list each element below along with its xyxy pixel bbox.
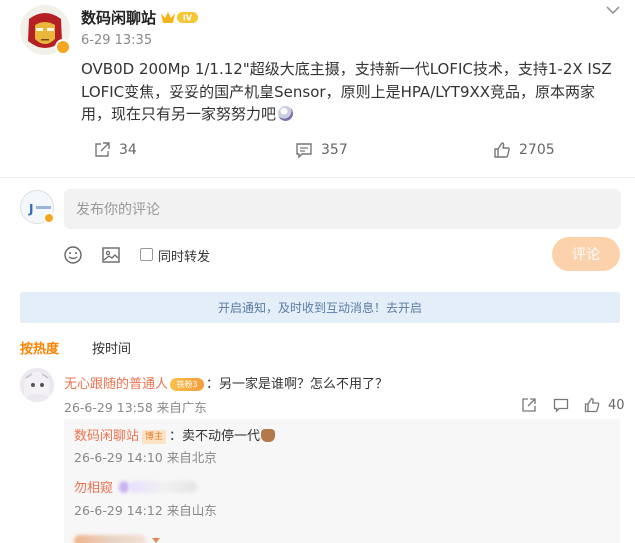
reply-author-name[interactable]: 勿相窥 (74, 481, 113, 496)
blurred-text (129, 481, 198, 493)
repost-checkbox-label[interactable]: 同时转发 (158, 246, 210, 265)
post-text: OVB0D 200Mp 1/1.12"超级大底主摄，支持新一代LOFIC技术，支… (81, 60, 612, 123)
repost-count: 34 (119, 142, 137, 158)
comment-input[interactable]: 发布你的评论 (64, 189, 621, 229)
author-badge: 博主 (142, 430, 167, 444)
repost-button[interactable]: 34 (93, 140, 137, 160)
repost-checkbox[interactable] (140, 248, 153, 261)
comment-input-placeholder: 发布你的评论 (76, 202, 160, 218)
emoji-picker-icon[interactable] (63, 245, 83, 265)
reply-time: 26-6-29 14:10 (74, 450, 163, 465)
anime-avatar-image (20, 368, 54, 402)
caret-down-icon (152, 538, 161, 543)
reply-line-partial (74, 531, 161, 543)
my-verified-badge-icon (43, 212, 55, 224)
commenter-avatar[interactable] (20, 368, 54, 402)
my-avatar-letter: J (28, 202, 33, 216)
reply-meta: 26-6-29 14:10 来自北京 (74, 447, 217, 466)
reply-location: 来自山东 (166, 503, 217, 518)
reply-time: 26-6-29 14:12 (74, 503, 163, 518)
reply-line: 数码闲聊站 博主 ：卖不动停一代 (74, 425, 276, 444)
comment-icon (296, 143, 312, 159)
blurred-name (74, 535, 146, 543)
comment-button[interactable]: 357 (295, 140, 348, 160)
comment-thumbs-up-icon (584, 397, 600, 413)
vip-level-label: IV (183, 14, 193, 23)
comment-location: 来自广东 (156, 400, 207, 415)
commenter-name[interactable]: 无心跟随的普通人 (64, 377, 168, 392)
reply-location: 来自北京 (166, 450, 217, 465)
thumbs-up-icon (494, 142, 510, 158)
reply-text: ：卖不动停一代 (169, 429, 261, 444)
comment-actions (521, 397, 537, 413)
post-time[interactable]: 6-29 13:35 (81, 33, 152, 48)
like-count: 2705 (519, 142, 555, 158)
comment-repost-icon[interactable] (521, 397, 537, 413)
image-upload-icon[interactable] (101, 245, 121, 265)
like-button[interactable]: 2705 (493, 140, 555, 160)
chevron-down-icon[interactable] (603, 2, 623, 18)
reply-author-name[interactable]: 数码闲聊站 (74, 429, 139, 444)
comment-meta: 26-6-29 13:58 来自广东 (64, 397, 207, 416)
comment-reply (553, 397, 569, 413)
money-bag-emoji-icon (261, 429, 276, 442)
emoji-icon (278, 106, 294, 121)
comment-line: 无心跟随的普通人 铁粉3 ：另一家是谁啊？怎么不用了？ (64, 373, 388, 392)
comment-count: 357 (321, 142, 348, 158)
reply-meta: 26-6-29 14:12 来自山东 (74, 500, 217, 519)
comment-reply-icon[interactable] (553, 397, 569, 413)
divider (0, 177, 635, 178)
comment-time: 26-6-29 13:58 (64, 400, 153, 415)
vip-level-icon: IV (161, 12, 198, 23)
repost-icon (95, 142, 110, 157)
reply-line: 勿相窥 (74, 477, 198, 496)
post-content: OVB0D 200Mp 1/1.12"超级大底主摄，支持新一代LOFIC技术，支… (81, 58, 621, 126)
tab-sort-hot[interactable]: 按热度 (20, 338, 59, 357)
blurred-badge (119, 481, 130, 493)
comment-like-button[interactable]: 40 (584, 397, 625, 413)
post-author-name[interactable]: 数码闲聊站 (81, 7, 156, 28)
comment-text: ：另一家是谁啊？怎么不用了？ (206, 377, 389, 392)
verified-badge-icon (55, 39, 71, 55)
comment-like-count: 40 (608, 397, 625, 413)
fan-level-badge: 铁粉3 (170, 378, 205, 391)
submit-comment-button[interactable]: 评论 (552, 237, 620, 271)
notification-banner[interactable]: 开启通知，及时收到互动消息！去开启 (20, 292, 620, 323)
tab-sort-time[interactable]: 按时间 (92, 338, 131, 357)
